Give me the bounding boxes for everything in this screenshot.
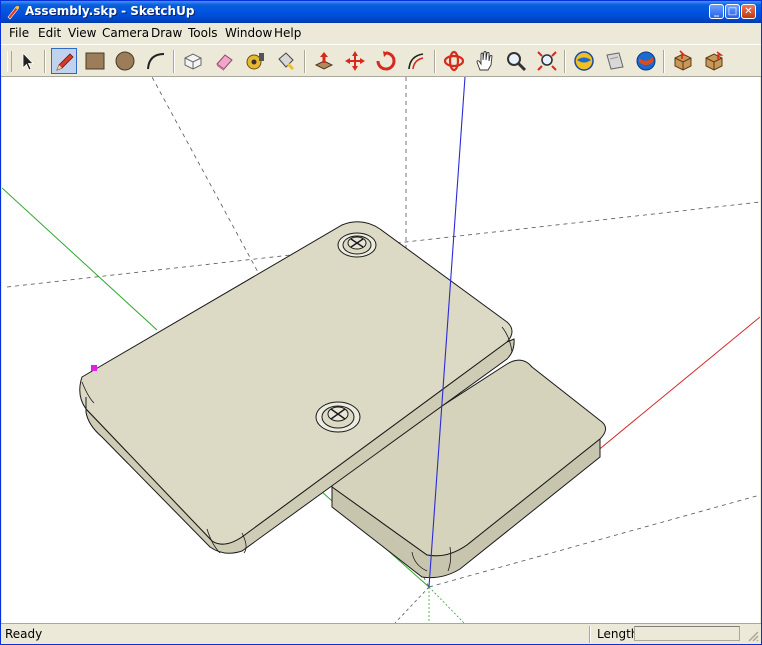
status-text: Ready — [5, 627, 43, 641]
eraser-icon — [216, 54, 233, 71]
paint-bucket-tool-button[interactable] — [273, 48, 299, 74]
offset-tool-button[interactable] — [404, 48, 430, 74]
push-pull-icon — [314, 52, 334, 70]
box-share-icon — [705, 51, 724, 71]
green-axis — [2, 187, 158, 331]
length-input[interactable] — [634, 626, 740, 641]
orbit-icon — [443, 50, 465, 72]
offset-icon — [408, 53, 424, 70]
tape-measure-tool-button[interactable] — [242, 48, 268, 74]
move-tool-button[interactable] — [342, 48, 368, 74]
down-axis-hidden-3 — [428, 586, 465, 623]
line-tool-button[interactable] — [51, 48, 77, 74]
pencil-icon — [56, 53, 74, 71]
get-components-tool-button[interactable] — [670, 48, 696, 74]
circle-icon — [115, 51, 135, 71]
rectangle-tool-button[interactable] — [82, 48, 108, 74]
menu-edit[interactable]: Edit — [38, 26, 61, 40]
hand-icon — [476, 51, 493, 71]
magnifier-icon — [507, 52, 527, 72]
menu-draw[interactable]: Draw — [151, 26, 182, 40]
menu-view[interactable]: View — [68, 26, 96, 40]
drawing-area[interactable] — [2, 77, 760, 623]
menu-camera[interactable]: Camera — [102, 26, 149, 40]
share-model-tool-button[interactable] — [602, 48, 628, 74]
sketchup-logo-icon — [7, 5, 20, 20]
toolbar — [1, 44, 761, 77]
box-icon — [674, 50, 692, 71]
red-axis — [595, 316, 760, 453]
zoom-tool-button[interactable] — [503, 48, 529, 74]
google-earth-tool-button[interactable] — [633, 48, 659, 74]
zoom-extents-icon — [537, 51, 557, 71]
sketchup-window: Assembly.skp - SketchUp _ □ ✕ File Edit … — [0, 0, 762, 645]
make-component-tool-button[interactable] — [180, 48, 206, 74]
menu-bar: File Edit View Camera Draw Tools Window … — [1, 23, 761, 44]
earth-icon — [636, 51, 656, 71]
push-pull-tool-button[interactable] — [311, 48, 337, 74]
move-icon — [345, 51, 365, 71]
toolbar-grip[interactable] — [7, 51, 12, 72]
pan-tool-button[interactable] — [472, 48, 498, 74]
orbit-tool-button[interactable] — [441, 48, 467, 74]
screw-hole-bottom[interactable] — [315, 401, 361, 433]
screw-hole-top[interactable] — [337, 232, 377, 258]
resize-grip-icon[interactable] — [747, 630, 759, 642]
close-button[interactable]: ✕ — [741, 4, 756, 19]
arc-icon — [147, 53, 165, 70]
zoom-extents-tool-button[interactable] — [534, 48, 560, 74]
rotate-icon — [376, 51, 396, 71]
arrow-pointer-icon — [22, 52, 34, 71]
menu-help[interactable]: Help — [274, 26, 301, 40]
down-axis-hidden — [394, 586, 430, 623]
rectangle-icon — [85, 52, 105, 70]
window-title: Assembly.skp - SketchUp — [25, 4, 195, 18]
status-bar: Ready Length — [1, 623, 761, 644]
select-tool-button[interactable] — [14, 48, 40, 74]
selected-vertex[interactable] — [91, 365, 97, 371]
menu-tools[interactable]: Tools — [188, 26, 218, 40]
arc-tool-button[interactable] — [143, 48, 169, 74]
menu-file[interactable]: File — [9, 26, 29, 40]
length-label: Length — [597, 627, 639, 641]
tape-measure-icon — [246, 53, 264, 70]
maximize-button[interactable]: □ — [725, 4, 740, 19]
title-bar[interactable]: Assembly.skp - SketchUp _ □ ✕ — [1, 1, 761, 23]
get-models-tool-button[interactable] — [571, 48, 597, 74]
menu-window[interactable]: Window — [225, 26, 272, 40]
rotate-tool-button[interactable] — [373, 48, 399, 74]
component-icon — [184, 53, 202, 70]
share-icon — [606, 52, 624, 70]
eraser-tool-button[interactable] — [211, 48, 237, 74]
share-component-tool-button[interactable] — [701, 48, 727, 74]
globe-icon — [574, 51, 594, 71]
circle-tool-button[interactable] — [112, 48, 138, 74]
minimize-button[interactable]: _ — [709, 4, 724, 19]
paint-bucket-icon — [278, 52, 294, 70]
